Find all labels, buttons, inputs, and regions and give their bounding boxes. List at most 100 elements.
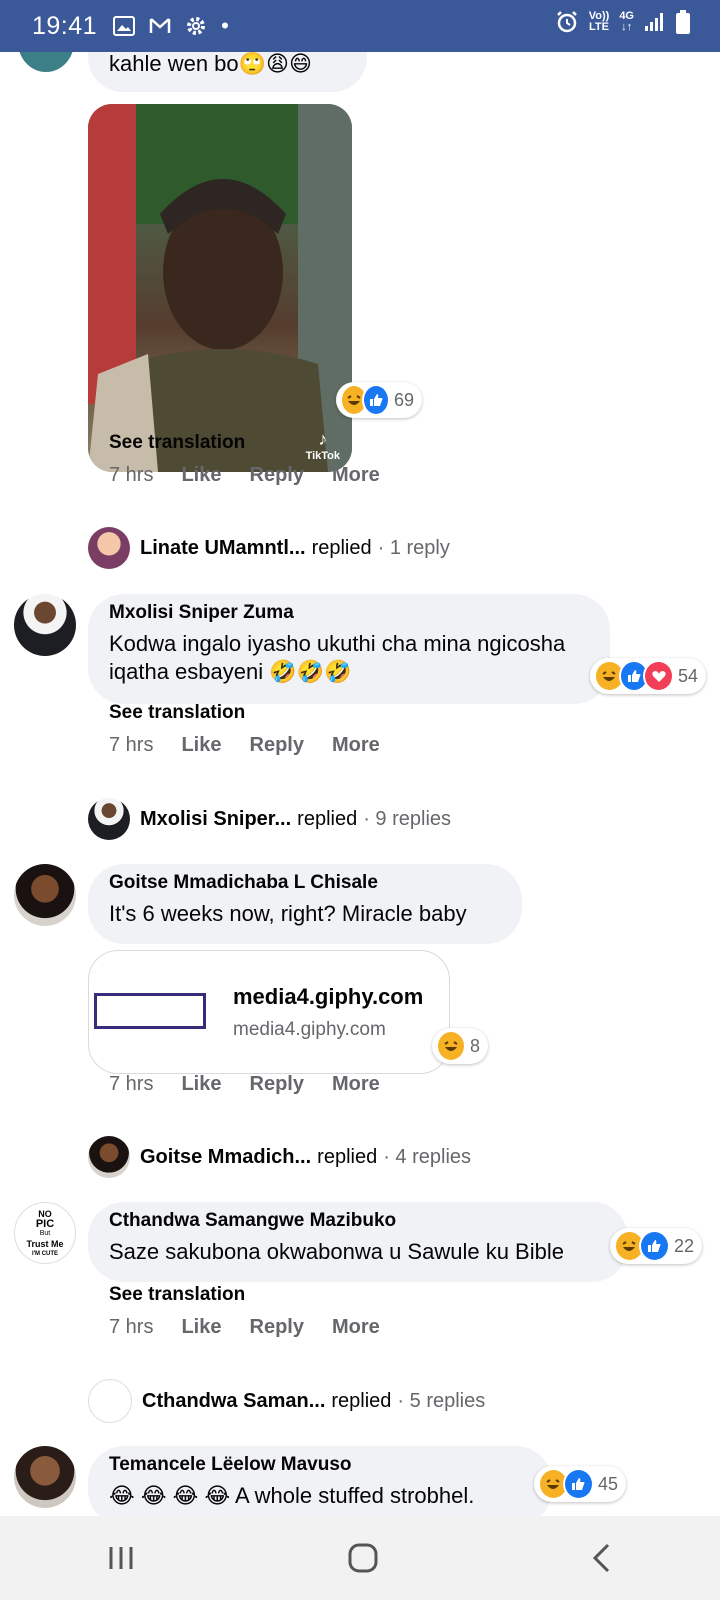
reply-button[interactable]: Reply: [250, 1316, 304, 1339]
comment-actions: 7 hrs Like Reply More: [109, 734, 380, 757]
commenter-name[interactable]: Temancele Lëelow Mavuso: [109, 1454, 532, 1476]
avatar: [88, 1136, 130, 1178]
replier-name: Mxolisi Sniper...: [140, 807, 292, 830]
avatar-text-5: I'M CUTE: [31, 1251, 59, 1257]
replies-link[interactable]: Cthandwa Saman... replied · 5 replies: [88, 1379, 485, 1423]
replied-verb: replied: [311, 536, 372, 559]
network-indicator: 4G ↓↑: [619, 11, 634, 33]
replies-link[interactable]: Goitse Mmadich... replied · 4 replies: [88, 1136, 471, 1178]
replies-link[interactable]: Mxolisi Sniper... replied · 9 replies: [88, 798, 451, 840]
network-activity: ↓↑: [621, 21, 633, 33]
avatar: [88, 798, 130, 840]
reaction-count: 8: [469, 1035, 480, 1056]
more-button[interactable]: More: [332, 1073, 380, 1096]
tiktok-label: TikTok: [305, 450, 340, 462]
status-time: 19:41: [32, 11, 98, 40]
comment-bubble[interactable]: Cthandwa Samangwe Mazibuko Saze sakubona…: [88, 1202, 628, 1282]
avatar-text-2: PIC: [35, 1218, 55, 1230]
reply-count: · 5 replies: [397, 1389, 486, 1412]
tiktok-icon: ♪: [318, 429, 328, 449]
avatar: [88, 1379, 132, 1423]
tiktok-watermark: ♪ TikTok: [306, 429, 340, 462]
love-icon: [643, 660, 674, 692]
comment-bubble[interactable]: Mxolisi Sniper Zuma Kodwa ingalo iyasho …: [88, 594, 610, 704]
comment-text: 😂 😂 😂 😂 A whole stuffed strobhel.: [109, 1483, 475, 1508]
avatar[interactable]: [14, 1446, 76, 1508]
more-button[interactable]: More: [332, 464, 380, 487]
comment-text: Kodwa ingalo iyasho ukuthi cha mina ngic…: [109, 631, 566, 684]
reaction-count: 69: [393, 389, 414, 410]
signal-icon: [645, 13, 663, 31]
like-icon: [562, 1468, 594, 1500]
comment-bubble[interactable]: Goitse Mmadichaba L Chisale It's 6 weeks…: [88, 864, 522, 944]
more-button[interactable]: More: [332, 1316, 380, 1339]
like-icon: [361, 384, 390, 416]
comment-time: 7 hrs: [109, 464, 154, 486]
comments-list: kahle wen bo🙄😩😄 ♪ TikTok 69 See translat…: [0, 52, 720, 1516]
more-button[interactable]: More: [332, 734, 380, 757]
avatar-text-3: But: [39, 1230, 51, 1237]
replier-name: Goitse Mmadich...: [140, 1145, 312, 1168]
avatar[interactable]: [14, 864, 76, 926]
avatar-text-4: Trust Me: [26, 1239, 64, 1249]
comment-time: 7 hrs: [109, 1073, 154, 1095]
replied-verb: replied: [297, 807, 358, 830]
system-navigation-bar: [0, 1516, 720, 1600]
link-domain: media4.giphy.com: [233, 1019, 386, 1040]
reactions-summary[interactable]: 45: [534, 1466, 626, 1502]
recent-apps-icon[interactable]: [106, 1543, 136, 1573]
see-translation-link[interactable]: See translation: [109, 702, 245, 724]
settings-gear-icon: [187, 17, 206, 35]
avatar[interactable]: [14, 594, 76, 656]
comment-time: 7 hrs: [109, 1316, 154, 1338]
back-icon[interactable]: [590, 1542, 614, 1574]
comment-actions: 7 hrs Like Reply More: [109, 1316, 380, 1339]
reactions-summary[interactable]: 22: [610, 1228, 702, 1264]
commenter-name[interactable]: Mxolisi Sniper Zuma: [109, 602, 590, 624]
like-icon: [638, 1230, 670, 1262]
avatar[interactable]: [18, 52, 74, 72]
see-translation-link[interactable]: See translation: [109, 1284, 245, 1306]
photo-illustration: [88, 104, 352, 472]
reply-count: · 4 replies: [383, 1145, 472, 1168]
notification-icons: •: [113, 13, 229, 39]
comment-bubble[interactable]: Temancele Lëelow Mavuso 😂 😂 😂 😂 A whole …: [88, 1446, 552, 1516]
like-button[interactable]: Like: [181, 1316, 221, 1339]
comment-text: kahle wen bo🙄😩😄: [109, 52, 312, 76]
reactions-summary[interactable]: 69: [336, 382, 422, 418]
reply-count: · 1 reply: [377, 536, 450, 559]
status-bar: 19:41 • Vo)) LTE 4G ↓↑: [0, 0, 720, 52]
reactions-summary[interactable]: 54: [590, 658, 706, 694]
comment-bubble[interactable]: kahle wen bo🙄😩😄: [88, 52, 367, 92]
like-button[interactable]: Like: [181, 1073, 221, 1096]
link-title: media4.giphy.com: [233, 984, 424, 1009]
alarm-icon: [556, 11, 577, 33]
gmail-icon: [149, 18, 171, 33]
volte-indicator: Vo)) LTE: [589, 11, 610, 33]
comment-image[interactable]: ♪ TikTok: [88, 104, 352, 472]
commenter-name[interactable]: Goitse Mmadichaba L Chisale: [109, 872, 502, 894]
see-translation-link[interactable]: See translation: [109, 432, 245, 454]
like-button[interactable]: Like: [181, 464, 221, 487]
replies-link[interactable]: Linate UMamntl... replied · 1 reply: [88, 527, 450, 569]
like-button[interactable]: Like: [181, 734, 221, 757]
link-thumbnail: [94, 993, 206, 1029]
reaction-count: 45: [597, 1473, 618, 1494]
comment-actions: 7 hrs Like Reply More: [109, 1073, 380, 1096]
reply-button[interactable]: Reply: [250, 734, 304, 757]
reaction-count: 22: [673, 1235, 694, 1256]
reactions-summary[interactable]: 8: [432, 1028, 488, 1064]
haha-icon: [436, 1030, 466, 1062]
avatar: [88, 527, 130, 569]
commenter-name[interactable]: Cthandwa Samangwe Mazibuko: [109, 1210, 608, 1232]
reply-button[interactable]: Reply: [250, 464, 304, 487]
replied-verb: replied: [317, 1145, 378, 1168]
reply-button[interactable]: Reply: [250, 1073, 304, 1096]
replied-verb: replied: [331, 1389, 392, 1412]
avatar[interactable]: NO PIC But Trust Me I'M CUTE: [14, 1202, 76, 1264]
home-icon[interactable]: [347, 1542, 379, 1574]
replier-name: Cthandwa Saman...: [142, 1389, 326, 1412]
link-preview-card[interactable]: media4.giphy.com media4.giphy.com: [88, 950, 450, 1074]
dot-icon: •: [221, 13, 229, 38]
system-icons: Vo)) LTE 4G ↓↑: [555, 10, 690, 34]
